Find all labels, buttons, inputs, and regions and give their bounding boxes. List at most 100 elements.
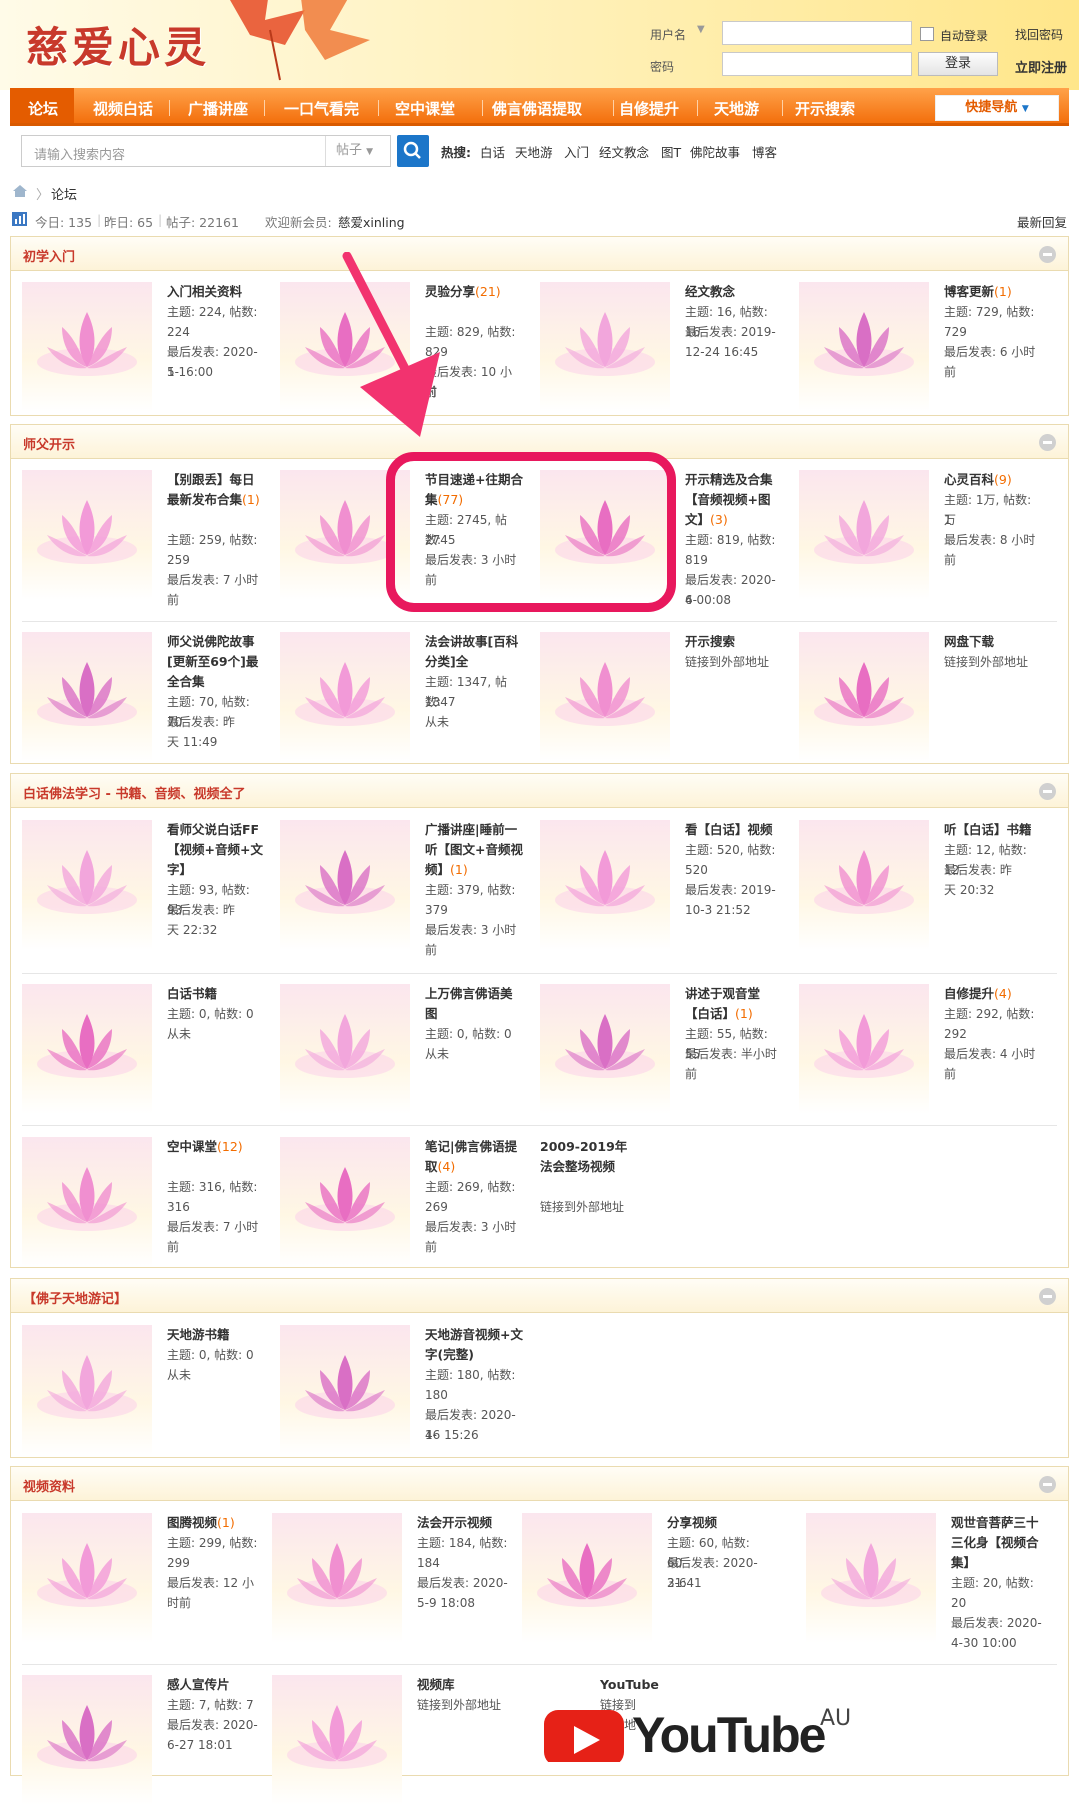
forum-item[interactable]: 心灵百科(9) 主题: 1万, 帖数: 1 万最后发表: 8 小时前 — [799, 470, 1054, 605]
forum-title[interactable]: 2009-2019年法会整场视频 — [540, 1137, 638, 1177]
external-link[interactable]: 链接到外部地址 — [944, 652, 1042, 672]
forum-thumbnail[interactable] — [22, 1675, 152, 1805]
forum-thumbnail[interactable] — [22, 632, 152, 762]
forum-title[interactable]: 笔记|佛言佛语提取(4) — [425, 1137, 523, 1177]
forum-title[interactable]: 网盘下载 — [944, 632, 1042, 652]
forum-title[interactable]: 听【白话】书籍 — [944, 820, 1042, 840]
forum-item[interactable]: 自修提升(4) 主题: 292, 帖数: 292 最后发表: 4 小时前 — [799, 984, 1054, 1119]
forum-item[interactable]: 师父说佛陀故事[更新至69个]最全合集 主题: 70, 帖数: 70 最后发表: 昨… — [22, 632, 277, 767]
forum-thumbnail[interactable] — [22, 1325, 152, 1455]
forum-item[interactable]: 【别跟丢】每日最新发布合集(1) 主题: 259, 帖数: 259 最后发表: 7 小… — [22, 470, 277, 607]
forum-title[interactable]: 上万佛言佛语美图 — [425, 984, 523, 1024]
forum-item[interactable]: 法会开示视频 主题: 184, 帖数: 184 最后发表: 2020- 5-9 18:0… — [272, 1513, 527, 1648]
forum-title[interactable]: 感人宣传片 — [167, 1675, 265, 1695]
external-link[interactable]: 链接到外部地址 — [417, 1695, 515, 1715]
forum-thumbnail[interactable] — [280, 1137, 410, 1267]
forum-thumbnail[interactable] — [799, 632, 929, 762]
forum-thumbnail[interactable] — [22, 282, 152, 412]
collapse-icon[interactable] — [1039, 1288, 1056, 1305]
site-logo[interactable]: 慈爱心灵 — [26, 14, 210, 75]
forum-title[interactable]: 图腾视频(1) — [167, 1513, 265, 1533]
section-header[interactable]: 初学入门 — [11, 237, 1068, 271]
section-header[interactable]: 白话佛法学习 - 书籍、音频、视频全了 — [11, 774, 1068, 808]
external-link[interactable]: 链接到外部地址 — [685, 652, 783, 672]
forum-item[interactable]: 听【白话】书籍 主题: 12, 帖数: 12 最后发表: 昨天 20:32 — [799, 820, 1054, 955]
nav-item-search[interactable]: 开示搜索 — [795, 98, 855, 119]
forum-title[interactable]: 师父说佛陀故事[更新至69个]最全合集 — [167, 632, 265, 692]
forum-title[interactable]: 入门相关资料 — [167, 282, 265, 302]
forum-title[interactable]: 法会讲故事[百科分类]全 — [425, 632, 523, 672]
hot-link[interactable]: 白话 — [480, 142, 505, 161]
forum-item[interactable]: 入门相关资料 主题: 224, 帖数: 224 最后发表: 2020-5- 1 16:0… — [22, 282, 277, 417]
forum-title[interactable]: 心灵百科(9) — [944, 470, 1042, 490]
forum-thumbnail[interactable] — [540, 632, 670, 762]
forum-thumbnail[interactable] — [280, 820, 410, 950]
auto-login-checkbox[interactable] — [920, 27, 934, 41]
hot-link[interactable]: 入门 — [564, 142, 589, 161]
search-type-select[interactable]: 帖子 ▼ — [325, 136, 391, 166]
youtube-overlay[interactable]: YouTube AU — [542, 1706, 851, 1766]
hot-link[interactable]: 天地游 — [515, 142, 553, 161]
forum-title[interactable]: 自修提升(4) — [944, 984, 1042, 1004]
forum-thumbnail[interactable] — [540, 282, 670, 412]
forum-title[interactable]: 开示精选及合集【音频视频+图文】(3) — [685, 470, 783, 530]
search-input[interactable]: 请输入搜索内容 — [34, 144, 125, 163]
collapse-icon[interactable] — [1039, 1476, 1056, 1493]
forum-item[interactable]: 天地游书籍 主题: 0, 帖数: 0 从未 — [22, 1325, 277, 1460]
forum-title[interactable]: 看【白话】视频 — [685, 820, 783, 840]
forum-item[interactable]: 笔记|佛言佛语提取(4) 主题: 269, 帖数: 269 最后发表: 3 小时前 — [280, 1137, 535, 1272]
find-password-link[interactable]: 找回密码 — [1015, 26, 1063, 43]
forum-thumbnail[interactable] — [540, 984, 670, 1114]
password-input[interactable] — [722, 52, 912, 76]
collapse-icon[interactable] — [1039, 783, 1056, 800]
forum-item[interactable]: 感人宣传片 主题: 7, 帖数: 7 最后发表: 2020- 6-27 18:01 — [22, 1675, 277, 1810]
forum-thumbnail[interactable] — [272, 1675, 402, 1805]
forum-thumbnail[interactable] — [272, 1513, 402, 1643]
hot-link[interactable]: 经文教念 — [599, 142, 649, 161]
forum-item[interactable]: 广播讲座|睡前一听【图文+音频视频】(1) 主题: 379, 帖数: 379 最后发表… — [280, 820, 535, 957]
external-link[interactable]: 链接到外部地址 — [540, 1197, 638, 1217]
forum-title[interactable]: 经文教念 — [685, 282, 783, 302]
forum-item[interactable]: 网盘下载 链接到外部地址 — [799, 632, 1054, 767]
forum-title[interactable]: 白话书籍 — [167, 984, 265, 1004]
nav-item-quotes[interactable]: 佛言佛语提取 — [492, 98, 582, 119]
section-header[interactable]: 视频资料 — [11, 1467, 1068, 1501]
forum-item[interactable]: 看师父说白话FF【视频+音频+文字】 主题: 93, 帖数: 93 最后发表: 昨天… — [22, 820, 277, 955]
forum-item[interactable]: 看【白话】视频 主题: 520, 帖数: 520 最后发表: 2019- 10-3 21… — [540, 820, 795, 955]
username-input[interactable] — [722, 21, 912, 45]
forum-thumbnail[interactable] — [799, 820, 929, 950]
forum-item[interactable]: 2009-2019年法会整场视频链接到外部地址 — [540, 1137, 795, 1272]
nav-item-yikouqi[interactable]: 一口气看完 — [284, 98, 359, 119]
forum-thumbnail[interactable] — [280, 1325, 410, 1455]
forum-title[interactable]: 视频库 — [417, 1675, 515, 1695]
collapse-icon[interactable] — [1039, 434, 1056, 451]
forum-title[interactable]: 博客更新(1) — [944, 282, 1042, 302]
section-header[interactable]: 【佛子天地游记】 — [11, 1279, 1068, 1313]
forum-item[interactable]: 讲述于观音堂【白话】(1) 主题: 55, 帖数: 55 最后发表: 半小时前 — [540, 984, 795, 1119]
forum-item[interactable]: 上万佛言佛语美图 主题: 0, 帖数: 0 从未 — [280, 984, 535, 1119]
forum-item[interactable]: 开示搜索 链接到外部地址 — [540, 632, 795, 767]
forum-thumbnail[interactable] — [799, 282, 929, 412]
forum-thumbnail[interactable] — [22, 984, 152, 1114]
home-icon[interactable] — [12, 184, 28, 198]
forum-item[interactable]: 天地游音视频+文字(完整) 主题: 180, 帖数: 180 最后发表: 2020-4… — [280, 1325, 535, 1460]
forum-thumbnail[interactable] — [540, 820, 670, 950]
forum-item[interactable]: 分享视频 主题: 60, 帖数: 60 最后发表: 2020-3-6 21:41 — [522, 1513, 777, 1648]
forum-item[interactable]: 视频库 链接到外部地址 — [272, 1675, 527, 1810]
forum-title[interactable]: 天地游书籍 — [167, 1325, 265, 1345]
forum-thumbnail[interactable] — [22, 820, 152, 950]
forum-title[interactable]: 分享视频 — [667, 1513, 765, 1533]
forum-thumbnail[interactable] — [522, 1513, 652, 1643]
forum-thumbnail[interactable] — [799, 470, 929, 600]
forum-title[interactable]: 【别跟丢】每日最新发布合集(1) — [167, 470, 265, 510]
nav-item-video-baihua[interactable]: 视频白话 — [93, 98, 153, 119]
hot-link[interactable]: 佛陀故事 — [690, 142, 740, 161]
hot-link[interactable]: 博客 — [752, 142, 777, 161]
new-member-link[interactable]: 慈爱xinling — [338, 212, 405, 231]
forum-title[interactable]: 看师父说白话FF【视频+音频+文字】 — [167, 820, 265, 880]
nav-item-air-class[interactable]: 空中课堂 — [395, 98, 455, 119]
nav-item-tiandiyou[interactable]: 天地游 — [714, 98, 759, 119]
forum-thumbnail[interactable] — [799, 984, 929, 1114]
search-button[interactable] — [397, 135, 429, 167]
forum-thumbnail[interactable] — [22, 1513, 152, 1643]
